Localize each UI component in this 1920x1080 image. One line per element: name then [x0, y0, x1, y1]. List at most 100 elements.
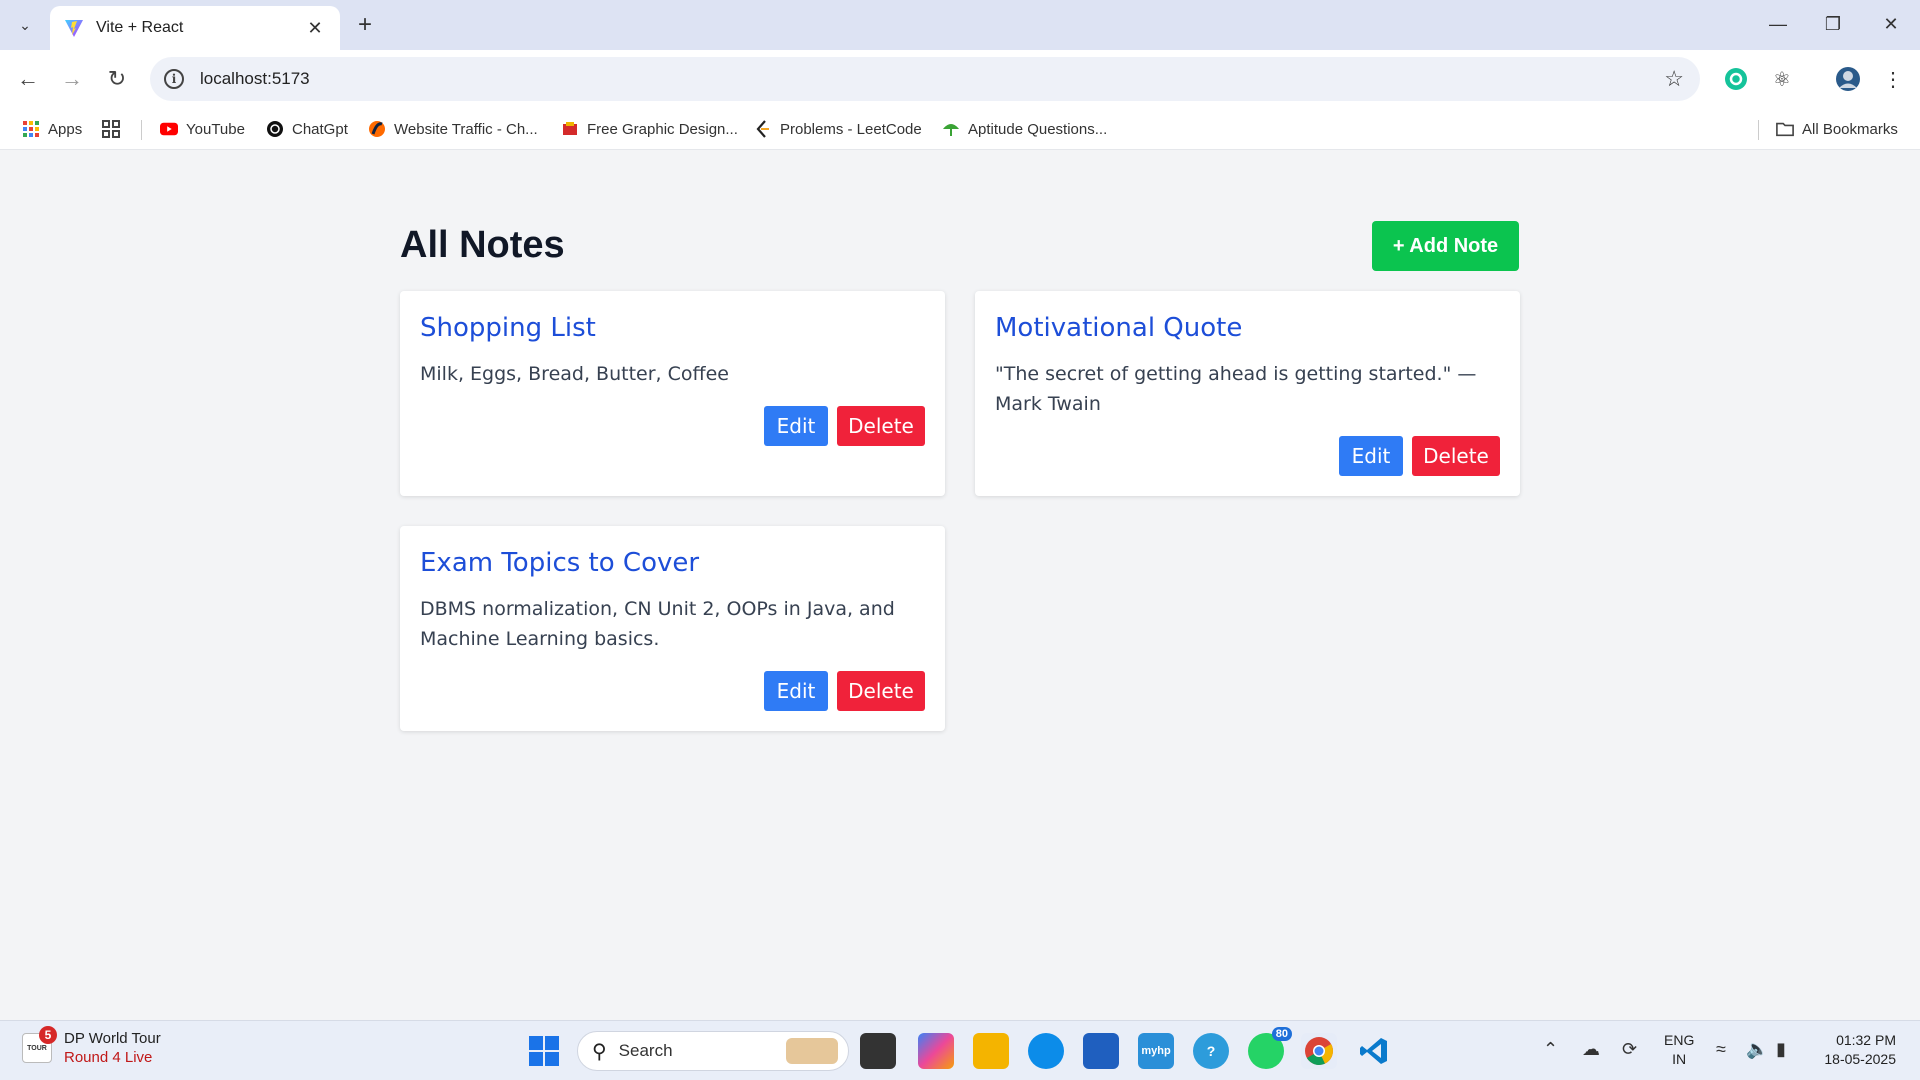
url-text[interactable]: localhost:5173	[200, 69, 310, 89]
note-card: Motivational Quote "The secret of gettin…	[975, 291, 1520, 496]
tab-strip: ⌄ Vite + React ✕ + — ❐ ✕	[0, 0, 1920, 50]
similarweb-icon	[368, 120, 386, 138]
note-card: Shopping List Milk, Eggs, Bread, Butter,…	[400, 291, 945, 496]
whatsapp-icon[interactable]: 80	[1248, 1027, 1292, 1069]
dp-world-tour-icon: TOUR 5	[22, 1026, 57, 1063]
task-view-icon[interactable]	[860, 1033, 896, 1069]
restore-icon[interactable]: ❐	[1808, 8, 1858, 40]
note-body: Milk, Eggs, Bread, Butter, Coffee	[420, 363, 729, 385]
apps-grid-icon	[22, 120, 40, 138]
bookmark-label: Apps	[48, 120, 83, 138]
widget-title: DP World Tour	[64, 1030, 161, 1047]
language-indicator[interactable]: ENG IN	[1664, 1031, 1694, 1069]
delete-button[interactable]: Delete	[1412, 436, 1500, 476]
volume-icon[interactable]: 🔈	[1746, 1039, 1768, 1060]
windows-start-icon[interactable]	[526, 1033, 562, 1069]
copilot-icon[interactable]	[918, 1033, 954, 1069]
bookmark-star-icon[interactable]: ☆	[1664, 66, 1684, 92]
youtube-icon	[160, 120, 178, 138]
window-close-icon[interactable]: ✕	[1866, 8, 1916, 40]
browser-menu-icon[interactable]: ⋮	[1879, 65, 1907, 93]
whatsapp-badge: 80	[1271, 1027, 1292, 1041]
taskbar: TOUR 5 DP World Tour Round 4 Live ⚲ Sear…	[0, 1020, 1920, 1080]
search-label: Search	[618, 1041, 673, 1060]
note-title: Exam Topics to Cover	[420, 548, 700, 578]
site-info-icon[interactable]: i	[164, 69, 184, 89]
tab-title: Vite + React	[96, 19, 184, 36]
bookmark-aptitude[interactable]: Aptitude Questions...	[942, 118, 1107, 140]
clock[interactable]: 01:32 PM 18-05-2025	[1816, 1031, 1896, 1069]
delete-button[interactable]: Delete	[837, 671, 925, 711]
onedrive-icon[interactable]: ☁	[1582, 1039, 1600, 1060]
bookmark-label: Website Traffic - Ch...	[394, 120, 538, 138]
leetcode-icon	[754, 120, 772, 138]
edit-button[interactable]: Edit	[764, 406, 828, 446]
profile-avatar[interactable]	[1834, 65, 1862, 93]
bookmark-label: Aptitude Questions...	[968, 120, 1108, 138]
bookmark-chatgpt[interactable]: ChatGpt	[266, 118, 348, 140]
bookmark-apps[interactable]: Apps	[22, 118, 82, 140]
battery-icon[interactable]: ▮	[1776, 1039, 1786, 1060]
language-code: ENG	[1664, 1032, 1695, 1048]
clock-date: 18-05-2025	[1824, 1051, 1896, 1067]
graphic-design-icon	[561, 120, 579, 138]
note-body: DBMS normalization, CN Unit 2, OOPs in J…	[420, 598, 895, 650]
delete-button[interactable]: Delete	[837, 406, 925, 446]
file-explorer-icon[interactable]	[973, 1033, 1009, 1069]
widget-subtitle: Round 4 Live	[64, 1049, 153, 1066]
tab-search-chevron-icon[interactable]: ⌄	[9, 11, 41, 39]
chrome-icon[interactable]	[1301, 1033, 1337, 1069]
address-bar[interactable]: i localhost:5173 ☆	[150, 57, 1700, 101]
edit-button[interactable]: Edit	[764, 671, 828, 711]
back-arrow-icon[interactable]: ←	[12, 63, 44, 95]
all-bookmarks[interactable]: All Bookmarks	[1776, 118, 1898, 140]
search-icon: ⚲	[592, 1040, 607, 1063]
edge-icon[interactable]	[1028, 1033, 1064, 1069]
page-title: All Notes	[400, 224, 565, 266]
news-widget[interactable]: TOUR 5 DP World Tour Round 4 Live	[22, 1026, 161, 1067]
tab-close-icon[interactable]: ✕	[304, 18, 326, 39]
bookmark-separator	[1758, 120, 1759, 140]
grammarly-icon[interactable]	[1722, 65, 1750, 93]
edit-button[interactable]: Edit	[1339, 436, 1403, 476]
clock-time: 01:32 PM	[1836, 1032, 1896, 1048]
widget-badge: 5	[39, 1026, 57, 1044]
forward-arrow-icon[interactable]: →	[56, 63, 88, 95]
bookmark-website-traffic[interactable]: Website Traffic - Ch...	[368, 118, 538, 140]
taskbar-search[interactable]: ⚲ Search	[577, 1031, 849, 1071]
bookmark-leetcode[interactable]: Problems - LeetCode	[754, 118, 922, 140]
new-tab-button[interactable]: +	[350, 10, 380, 40]
all-bookmarks-label: All Bookmarks	[1802, 120, 1898, 138]
sync-icon[interactable]: ⟳	[1622, 1039, 1637, 1060]
bookmarks-bar: Apps YouTube ChatGpt Website Traffic - C…	[0, 108, 1920, 150]
wifi-icon[interactable]: ≈	[1716, 1039, 1726, 1060]
note-body: "The secret of getting ahead is getting …	[995, 363, 1477, 415]
extensions-puzzle-icon[interactable]: ⚛	[1768, 65, 1796, 93]
search-highlight-icon	[786, 1038, 838, 1064]
myhp-icon[interactable]: myhp	[1138, 1033, 1174, 1069]
bookmark-youtube[interactable]: YouTube	[160, 118, 245, 140]
add-note-button[interactable]: + Add Note	[1372, 221, 1519, 271]
bookmark-label: ChatGpt	[292, 120, 348, 138]
reload-icon[interactable]: ↻	[101, 63, 133, 95]
region-code: IN	[1672, 1051, 1687, 1067]
aptitude-icon	[942, 120, 960, 138]
tab-active[interactable]: Vite + React ✕	[50, 6, 340, 50]
tab-groups-icon[interactable]	[102, 118, 120, 140]
minimize-icon[interactable]: —	[1753, 8, 1803, 40]
bookmark-label: YouTube	[186, 120, 245, 138]
note-title: Shopping List	[420, 313, 596, 343]
vite-logo-icon	[65, 20, 83, 37]
note-card: Exam Topics to Cover DBMS normalization,…	[400, 526, 945, 731]
bookmark-label: Free Graphic Design...	[587, 120, 738, 138]
microsoft-store-icon[interactable]	[1083, 1033, 1119, 1069]
bookmark-graphic-design[interactable]: Free Graphic Design...	[561, 118, 738, 140]
page-content: All Notes + Add Note Shopping List Milk,…	[0, 150, 1920, 1020]
folder-icon	[1776, 120, 1794, 138]
chatgpt-icon	[266, 120, 284, 138]
show-hidden-icons-icon[interactable]: ⌃	[1543, 1039, 1558, 1060]
bookmark-label: Problems - LeetCode	[780, 120, 922, 138]
help-icon[interactable]: ?	[1193, 1033, 1229, 1069]
vscode-icon[interactable]	[1356, 1033, 1392, 1069]
note-title: Motivational Quote	[995, 313, 1243, 343]
